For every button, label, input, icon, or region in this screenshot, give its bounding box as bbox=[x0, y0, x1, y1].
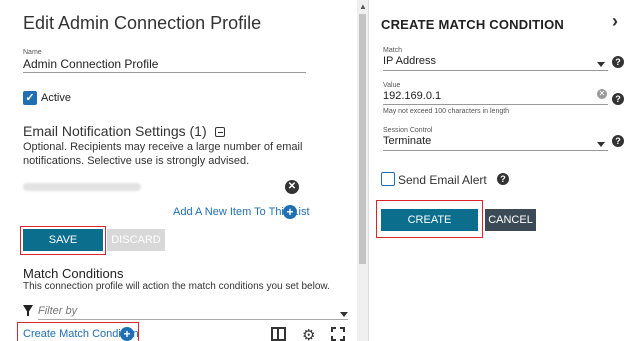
session-control-underline bbox=[383, 150, 608, 151]
columns-icon[interactable] bbox=[271, 327, 286, 341]
email-recipient-item bbox=[23, 183, 141, 191]
value-hint: May not exceed 100 characters in length bbox=[383, 108, 510, 115]
discard-button[interactable]: DISCARD bbox=[107, 229, 165, 251]
match-conditions-title: Match Conditions bbox=[23, 266, 124, 281]
gear-icon[interactable]: ⚙ bbox=[302, 326, 315, 341]
filter-dropdown-caret-icon[interactable] bbox=[340, 312, 348, 317]
name-field-underline bbox=[23, 72, 306, 73]
match-help-icon[interactable]: ? bbox=[612, 56, 624, 68]
create-condition-title: CREATE MATCH CONDITION bbox=[381, 17, 565, 32]
create-match-highlight-box bbox=[17, 322, 139, 341]
cancel-button[interactable]: CANCEL bbox=[485, 209, 536, 231]
name-field[interactable]: Admin Connection Profile bbox=[23, 57, 158, 71]
send-email-help-icon[interactable]: ? bbox=[497, 173, 509, 185]
match-dropdown-caret-icon[interactable] bbox=[597, 62, 605, 67]
email-section-desc: Optional. Recipients may receive a large… bbox=[23, 141, 303, 167]
value-label: Value bbox=[383, 82, 401, 89]
left-panel-scrollbar[interactable]: ▲ bbox=[357, 0, 368, 341]
session-dropdown-caret-icon[interactable] bbox=[597, 142, 605, 147]
session-control-select[interactable]: Terminate bbox=[383, 135, 431, 147]
create-condition-panel: CREATE MATCH CONDITION › Match IP Addres… bbox=[369, 0, 631, 341]
panel-title: Edit Admin Connection Profile bbox=[23, 13, 262, 33]
name-label: Name bbox=[23, 49, 42, 56]
value-help-icon[interactable]: ? bbox=[612, 93, 624, 105]
send-email-label: Send Email Alert bbox=[398, 173, 487, 187]
app-root: Edit Admin Connection Profile Name Admin… bbox=[0, 0, 631, 341]
match-select-underline bbox=[383, 70, 608, 71]
active-label: Active bbox=[41, 92, 71, 104]
collapse-icon[interactable] bbox=[214, 127, 225, 137]
match-label: Match bbox=[383, 47, 403, 54]
create-condition-highlight-box bbox=[376, 200, 483, 238]
active-checkbox[interactable]: ✓ bbox=[23, 91, 37, 105]
value-input[interactable]: 192.169.0.1 bbox=[383, 90, 441, 102]
edit-profile-panel: Edit Admin Connection Profile Name Admin… bbox=[0, 0, 357, 341]
email-section-title: Email Notification Settings (1) bbox=[23, 123, 225, 139]
session-control-label: Session Control bbox=[383, 127, 433, 134]
match-select[interactable]: IP Address bbox=[383, 55, 436, 67]
email-section-title-text: Email Notification Settings (1) bbox=[23, 123, 207, 139]
filter-underline bbox=[38, 319, 348, 320]
clear-value-icon[interactable]: ✕ bbox=[597, 89, 607, 99]
scrollbar-thumb[interactable] bbox=[359, 14, 366, 264]
add-circle-icon[interactable]: + bbox=[283, 205, 297, 219]
filter-input[interactable]: Filter by bbox=[38, 305, 77, 317]
expand-icon[interactable] bbox=[331, 327, 345, 341]
send-email-checkbox[interactable] bbox=[381, 172, 395, 186]
session-help-icon[interactable]: ? bbox=[612, 135, 624, 147]
remove-icon[interactable]: ✕ bbox=[285, 180, 299, 194]
value-input-underline bbox=[383, 104, 608, 105]
match-conditions-desc: This connection profile will action the … bbox=[23, 281, 330, 292]
chevron-right-icon[interactable]: › bbox=[612, 11, 618, 32]
scroll-up-icon[interactable]: ▲ bbox=[359, 2, 367, 11]
filter-icon-stem bbox=[27, 311, 29, 316]
save-highlight-box bbox=[20, 226, 106, 255]
